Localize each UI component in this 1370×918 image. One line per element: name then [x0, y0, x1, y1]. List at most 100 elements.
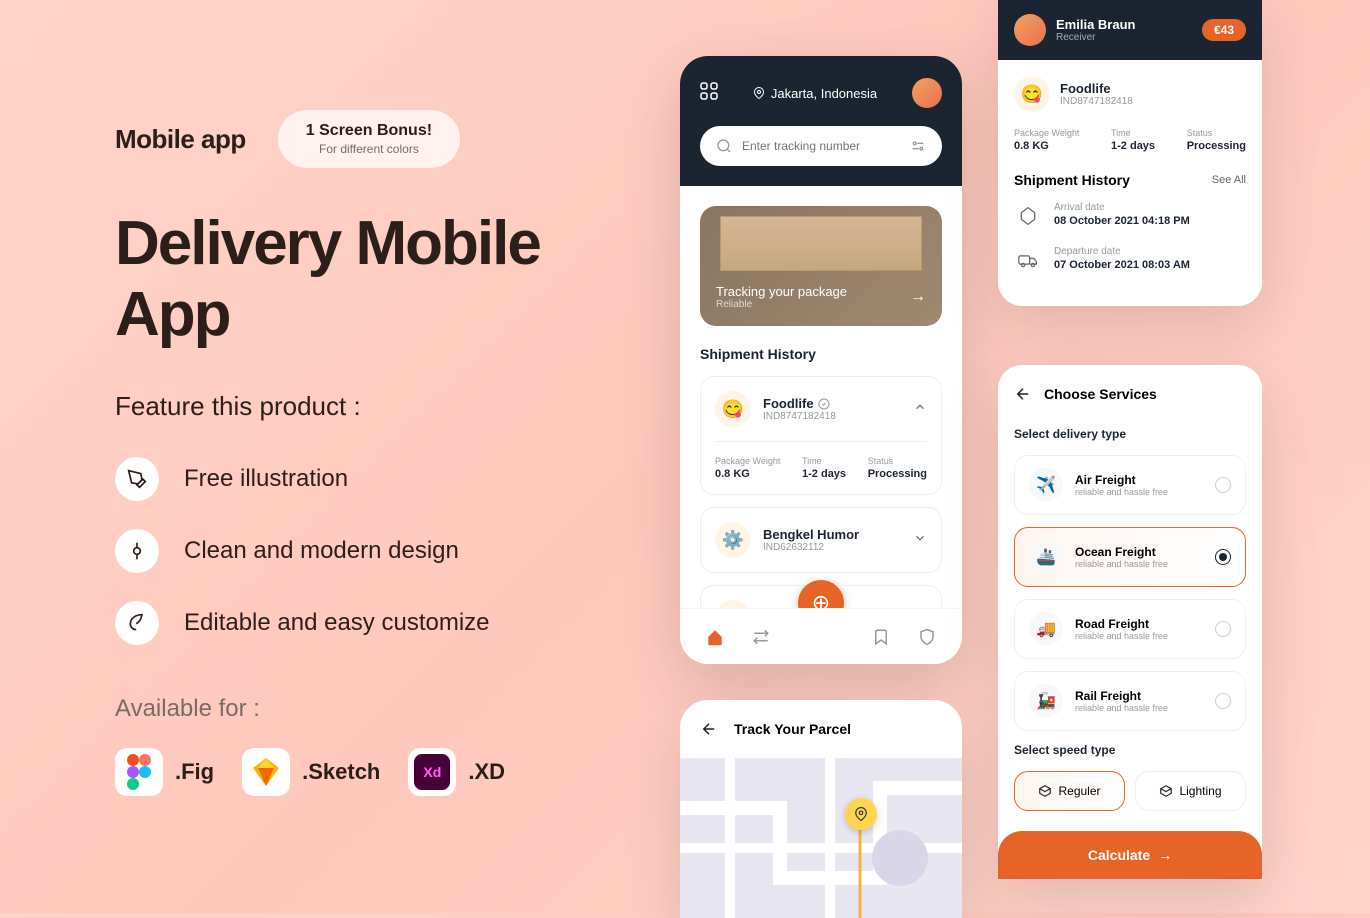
design-icon: [115, 529, 159, 573]
plane-icon: ✈️: [1029, 468, 1063, 502]
speed-regular[interactable]: Reguler: [1014, 771, 1125, 811]
freight-road[interactable]: 🚚 Road Freightreliable and hassle free: [1014, 599, 1246, 659]
pen-icon: [115, 457, 159, 501]
status-label: Status: [868, 456, 927, 466]
food-emoji-icon: 😋: [715, 391, 751, 427]
back-arrow-icon[interactable]: [700, 720, 718, 738]
stat-label: Status: [1187, 128, 1246, 138]
food-id: IND8747182418: [1060, 96, 1133, 107]
freight-sub: reliable and hassle free: [1075, 559, 1168, 569]
chevron-down-icon[interactable]: [913, 531, 927, 550]
chevron-up-icon[interactable]: [913, 400, 927, 419]
ship-icon: 🚢: [1029, 540, 1063, 574]
tracking-input[interactable]: [742, 139, 900, 153]
see-all-link[interactable]: See All: [1212, 174, 1246, 186]
map-pin-icon: [845, 798, 877, 830]
location-display[interactable]: Jakarta, Indonesia: [753, 86, 877, 101]
radio-button[interactable]: [1215, 477, 1231, 493]
location-text: Jakarta, Indonesia: [771, 86, 877, 101]
package-subtitle: Reliable: [716, 299, 847, 310]
time-label: Time: [802, 456, 846, 466]
figma-icon: [115, 748, 163, 796]
home-icon[interactable]: [706, 628, 724, 646]
shield-icon[interactable]: [918, 628, 936, 646]
freight-sub: reliable and hassle free: [1075, 703, 1168, 713]
freight-name: Road Freight: [1075, 617, 1168, 631]
calculate-button[interactable]: Calculate →: [998, 831, 1262, 879]
radio-button[interactable]: [1215, 549, 1231, 565]
freight-air[interactable]: ✈️ Air Freightreliable and hassle free: [1014, 455, 1246, 515]
food-emoji-icon: 😋: [1014, 76, 1050, 112]
available-heading: Available for :: [115, 695, 665, 723]
shipment-item-foodlife[interactable]: 😋 Foodlife IND8747182418 Package Weight 0…: [700, 376, 942, 495]
user-role: Receiver: [1056, 32, 1135, 43]
search-bar[interactable]: [700, 126, 942, 166]
shipment-id: IND62632112: [763, 542, 859, 553]
pin-icon: [753, 87, 765, 99]
freight-name: Ocean Freight: [1075, 545, 1168, 559]
weight-value: 0.8 KG: [715, 468, 780, 480]
avatar[interactable]: [912, 78, 942, 108]
arrow-right-icon: →: [910, 288, 926, 306]
grid-icon[interactable]: [700, 82, 718, 105]
phone-main: Jakarta, Indonesia Tracking your package…: [680, 56, 962, 664]
verified-icon: [818, 398, 830, 410]
shipment-name: Foodlife: [763, 396, 836, 411]
stat-value: 0.8 KG: [1014, 140, 1079, 152]
bonus-badge: 1 Screen Bonus! For different colors: [278, 110, 460, 168]
freight-sub: reliable and hassle free: [1075, 487, 1168, 497]
freight-ocean[interactable]: 🚢 Ocean Freightreliable and hassle free: [1014, 527, 1246, 587]
box-icon: [1038, 784, 1052, 798]
stat-label: Package Weight: [1014, 128, 1079, 138]
feature-text-1: Free illustration: [184, 465, 348, 493]
filter-icon[interactable]: [910, 138, 926, 154]
main-title: Delivery Mobile App: [115, 208, 665, 351]
phone-detail: Emilia Braun Receiver €43 😋 Foodlife IND…: [998, 0, 1262, 306]
swap-icon[interactable]: [752, 628, 770, 646]
price-badge: €43: [1202, 19, 1246, 41]
freight-rail[interactable]: 🚂 Rail Freightreliable and hassle free: [1014, 671, 1246, 731]
shipment-history-title: Shipment History: [1014, 172, 1130, 188]
shipment-name: Bengkel Humor: [763, 527, 859, 542]
avatar[interactable]: [1014, 14, 1046, 46]
truck-icon: [1014, 246, 1042, 274]
feature-heading: Feature this product :: [115, 391, 665, 422]
bottom-nav: [680, 608, 962, 664]
freight-sub: reliable and hassle free: [1075, 631, 1168, 641]
hist-value: 08 October 2021 04:18 PM: [1054, 215, 1190, 227]
stat-label: Time: [1111, 128, 1155, 138]
map-roads: [680, 758, 962, 918]
format-sketch: .Sketch: [302, 759, 380, 785]
gear-emoji-icon: ⚙️: [715, 522, 751, 558]
search-icon: [716, 138, 732, 154]
track-title: Track Your Parcel: [734, 721, 851, 737]
weight-label: Package Weight: [715, 456, 780, 466]
radio-button[interactable]: [1215, 621, 1231, 637]
train-icon: 🚂: [1029, 684, 1063, 718]
stat-value: Processing: [1187, 140, 1246, 152]
user-name: Emilia Braun: [1056, 17, 1135, 32]
map-view[interactable]: [680, 758, 962, 918]
sketch-icon: [242, 748, 290, 796]
xd-icon: Xd: [408, 748, 456, 796]
package-title: Tracking your package: [716, 284, 847, 299]
stat-value: 1-2 days: [1111, 140, 1155, 152]
delivery-type-label: Select delivery type: [1014, 427, 1246, 441]
phone-services: Choose Services Select delivery type ✈️ …: [998, 365, 1262, 879]
back-arrow-icon[interactable]: [1014, 385, 1032, 403]
radio-button[interactable]: [1215, 693, 1231, 709]
feature-text-2: Clean and modern design: [184, 537, 459, 565]
bookmark-icon[interactable]: [872, 628, 890, 646]
freight-name: Air Freight: [1075, 473, 1168, 487]
shipment-item-bengkel[interactable]: ⚙️ Bengkel Humor IND62632112: [700, 507, 942, 573]
speed-lighting[interactable]: Lighting: [1135, 771, 1246, 811]
format-xd: .XD: [468, 759, 505, 785]
package-card[interactable]: Tracking your package Reliable →: [700, 206, 942, 326]
shipment-id: IND8747182418: [763, 411, 836, 422]
package-box-image: [720, 216, 922, 271]
freight-name: Rail Freight: [1075, 689, 1168, 703]
bonus-title: 1 Screen Bonus!: [306, 122, 432, 140]
hist-label: Departure date: [1054, 246, 1190, 257]
truck-icon: 🚚: [1029, 612, 1063, 646]
format-fig: .Fig: [175, 759, 214, 785]
